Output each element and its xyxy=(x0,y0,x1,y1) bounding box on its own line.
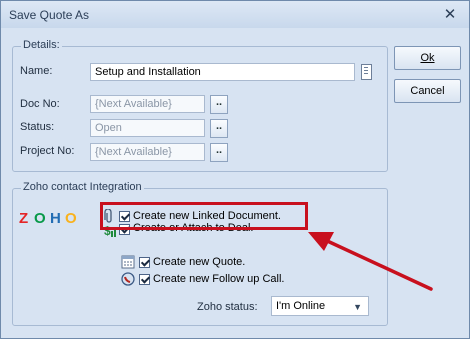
annotation-arrow xyxy=(308,232,433,291)
save-quote-dialog: Save Quote As ✕ Details: Name: Setup and… xyxy=(0,0,470,339)
